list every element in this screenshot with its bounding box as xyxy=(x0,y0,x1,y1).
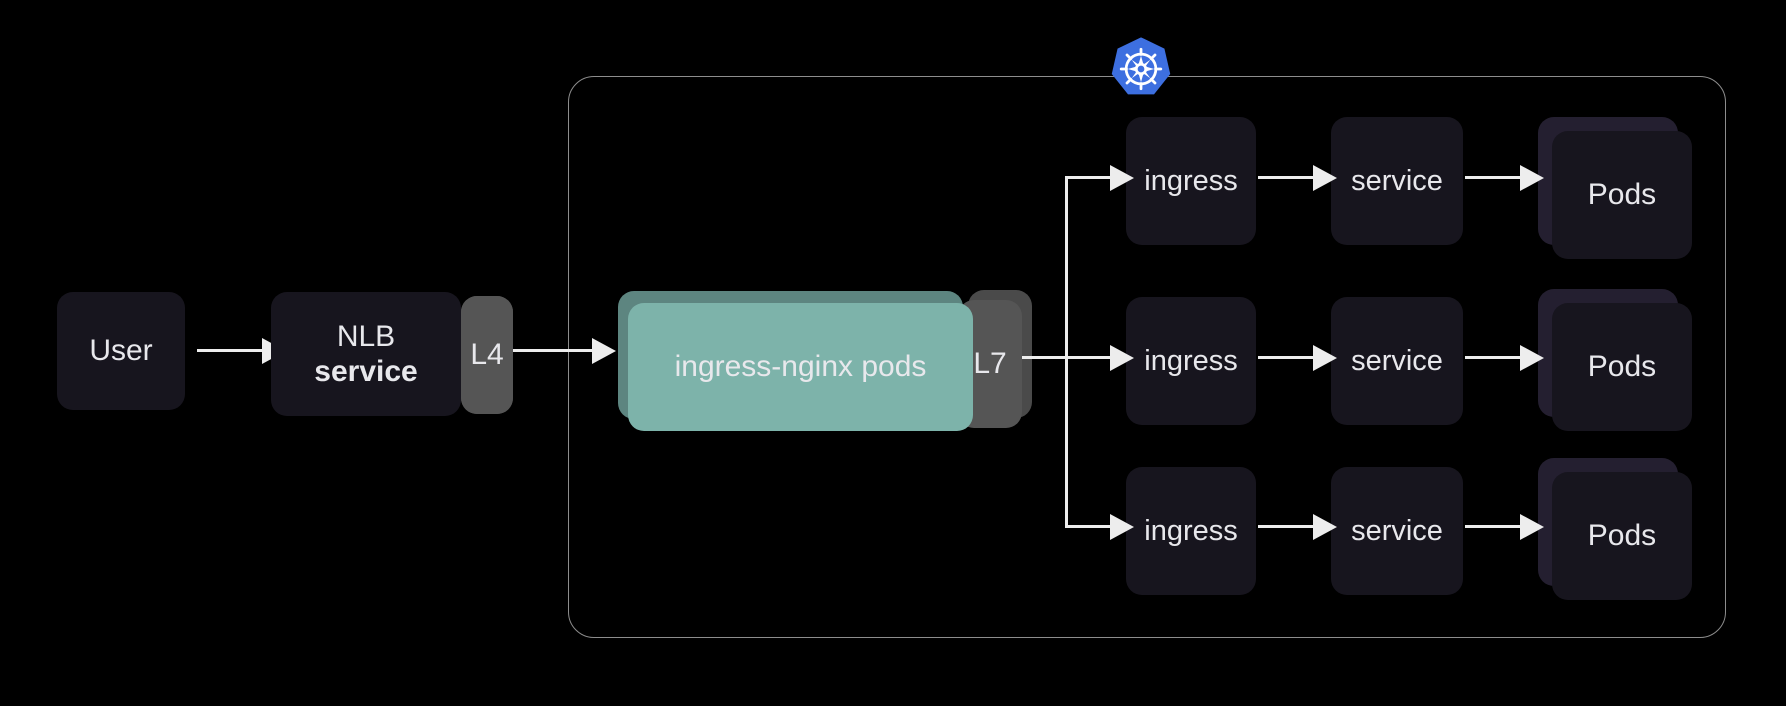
node-nlb-service[interactable]: NLB service xyxy=(271,292,461,416)
node-pods-1[interactable]: Pods xyxy=(1552,131,1692,259)
arrowhead-ingress-to-service-3 xyxy=(1313,514,1337,540)
arrowhead-branch-to-ingress-3 xyxy=(1110,514,1134,540)
connector-service-to-pods-1 xyxy=(1465,176,1527,179)
node-nlb-line2: service xyxy=(314,355,418,388)
node-service-2-label: service xyxy=(1351,344,1443,377)
node-service-3[interactable]: service xyxy=(1331,467,1463,595)
node-service-2[interactable]: service xyxy=(1331,297,1463,425)
node-service-1[interactable]: service xyxy=(1331,117,1463,245)
arrowhead-service-to-pods-2 xyxy=(1520,345,1544,371)
node-service-1-label: service xyxy=(1351,164,1443,197)
arrowhead-branch-to-ingress-2 xyxy=(1110,345,1134,371)
node-pods-3[interactable]: Pods xyxy=(1552,472,1692,600)
arrowhead-branch-to-ingress-1 xyxy=(1110,165,1134,191)
node-l7-label: L7 xyxy=(973,347,1007,381)
node-user-label: User xyxy=(89,334,153,368)
node-ingress-1-label: ingress xyxy=(1144,164,1238,197)
connector-service-to-pods-2 xyxy=(1465,356,1527,359)
connector-service-to-pods-3 xyxy=(1465,525,1527,528)
arrowhead-l4-to-nginx xyxy=(592,338,616,364)
node-pods-1-label: Pods xyxy=(1587,178,1657,212)
connector-user-to-nlb xyxy=(197,349,269,352)
arrowhead-service-to-pods-3 xyxy=(1520,514,1544,540)
diagram-canvas: User L4 NLB service L7 ingress-nginx pod… xyxy=(0,0,1786,706)
node-ingress-3-label: ingress xyxy=(1144,514,1238,547)
connector-ingress-to-service-1 xyxy=(1258,176,1320,179)
node-ingress-2-label: ingress xyxy=(1144,344,1238,377)
node-l4[interactable]: L4 xyxy=(461,296,513,414)
node-user[interactable]: User xyxy=(57,292,185,410)
node-service-3-label: service xyxy=(1351,514,1443,547)
node-ingress-3[interactable]: ingress xyxy=(1126,467,1256,595)
node-nginx-pods-label: ingress-nginx pods xyxy=(674,350,927,384)
node-pods-2-label: Pods xyxy=(1587,350,1657,384)
connector-ingress-to-service-2 xyxy=(1258,356,1320,359)
node-ingress-2[interactable]: ingress xyxy=(1126,297,1256,425)
node-nginx-pods[interactable]: ingress-nginx pods xyxy=(628,303,973,431)
connector-l4-to-nginx xyxy=(513,349,599,352)
node-ingress-1[interactable]: ingress xyxy=(1126,117,1256,245)
node-l4-label: L4 xyxy=(470,338,504,372)
connector-l7-to-branch xyxy=(1022,356,1068,359)
arrowhead-service-to-pods-1 xyxy=(1520,165,1544,191)
arrowhead-ingress-to-service-1 xyxy=(1313,165,1337,191)
connector-ingress-to-service-3 xyxy=(1258,525,1320,528)
node-nlb-line1: NLB xyxy=(336,319,396,353)
node-pods-2[interactable]: Pods xyxy=(1552,303,1692,431)
kubernetes-logo xyxy=(1108,36,1174,102)
connector-branch-trunk xyxy=(1065,176,1068,528)
arrowhead-ingress-to-service-2 xyxy=(1313,345,1337,371)
node-pods-3-label: Pods xyxy=(1587,519,1657,553)
